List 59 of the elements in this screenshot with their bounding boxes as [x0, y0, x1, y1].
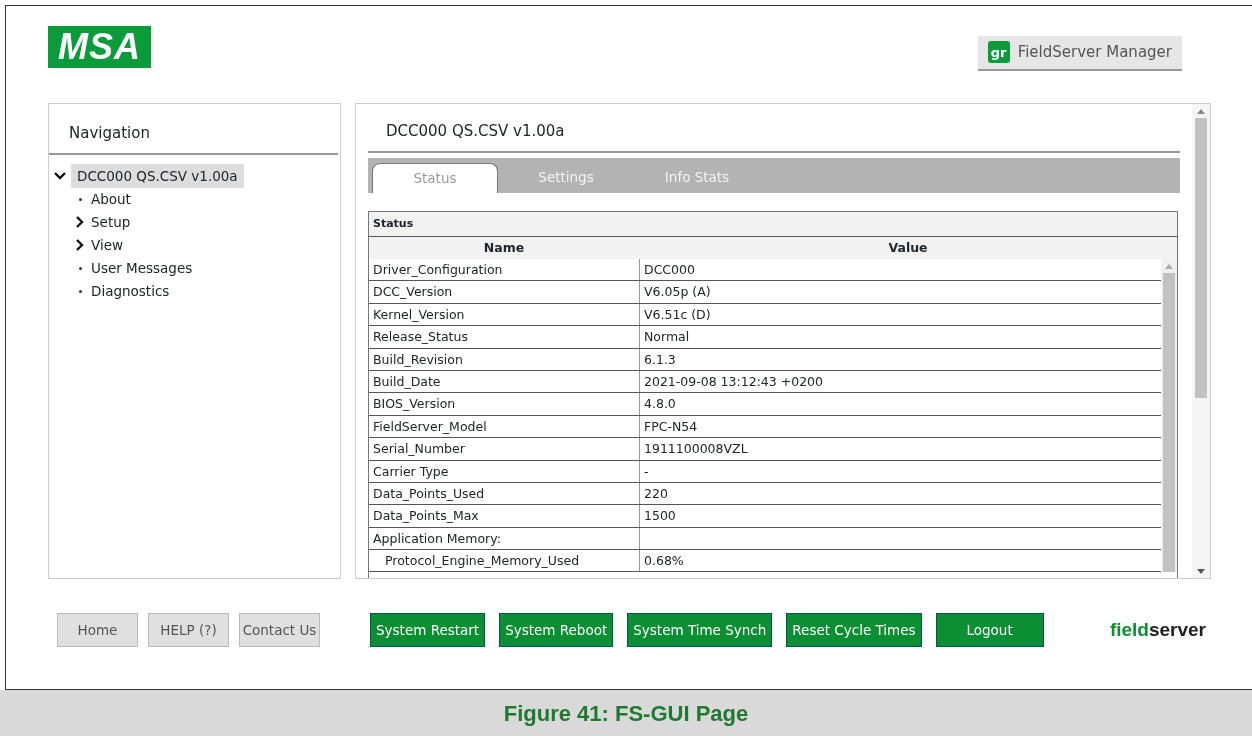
table-cell: FieldServer_Model [369, 415, 640, 438]
nav-button[interactable]: HELP (?) [148, 613, 229, 647]
action-button[interactable]: System Time Synch [627, 613, 773, 647]
tree-item[interactable]: Diagnostics [91, 280, 170, 302]
table-cell: Carrier Type [369, 460, 640, 482]
nav-button[interactable]: Home [57, 613, 138, 647]
action-button[interactable]: System Reboot [499, 613, 614, 647]
column-header: Value [887, 238, 929, 257]
table-cell: BIOS_Version [369, 393, 640, 415]
table-cell: Driver_Configuration [369, 259, 640, 281]
table-cell: Kernel_Version [369, 303, 640, 326]
table-cell-text: 2021-09-08 13:12:43 +0200 [643, 372, 825, 391]
panel-title: Navigation [49, 104, 338, 155]
nav-button[interactable]: Contact Us [239, 613, 320, 647]
table-cell-text: Normal [643, 328, 691, 347]
table-cell-text: - [643, 462, 650, 481]
table-caption: Status [369, 211, 1177, 237]
tab[interactable]: Status [372, 162, 498, 193]
scroll-down-icon[interactable] [1197, 568, 1205, 574]
scrollbar[interactable] [1161, 259, 1177, 573]
table-cell: Application Memory: [369, 527, 640, 550]
tree-item[interactable]: Setup [91, 211, 131, 233]
tree-item[interactable]: User Messages [91, 257, 193, 279]
table-cell-text: 1500 [643, 507, 677, 526]
table-cell: Data_Points_Used [369, 482, 640, 505]
table-cell-text: FPC-N54 [643, 417, 699, 436]
scroll-up-icon[interactable] [1197, 108, 1205, 114]
app-logo-icon: gr [987, 41, 1010, 64]
tree-item[interactable]: View [91, 234, 124, 256]
table-cell: Protocol_Engine_Memory_Used [369, 550, 640, 572]
action-button[interactable]: System Restart [370, 613, 486, 647]
table-cell-text: V6.05p (A) [643, 283, 712, 302]
table-cell: Build_Date [369, 370, 640, 393]
table-cell-text: 6.1.3 [643, 350, 677, 369]
msa-logo: MSA [48, 26, 151, 68]
table-cell: Data_Points_Max [369, 505, 640, 527]
table-cell: Release_Status [369, 326, 640, 348]
table-cell-text: DCC000 [643, 261, 696, 279]
table-cell: DCC_Version [369, 281, 640, 303]
column-header: Name [482, 238, 526, 257]
table-cell: Serial_Number [369, 438, 640, 460]
bullet-icon [78, 198, 82, 202]
bullet-icon [78, 267, 82, 271]
table-cell-text: 4.8.0 [643, 395, 677, 414]
action-button[interactable]: Logout [935, 613, 1044, 647]
table-cell-text: 0.68% [643, 552, 685, 571]
action-button[interactable]: Reset Cycle Times [786, 613, 922, 647]
bullet-icon [78, 290, 82, 294]
table-cell: Build_Revision [369, 348, 640, 370]
table-cell-text: 1911100008VZL [643, 440, 749, 459]
figure-caption: Figure 41: FS-GUI Page [503, 699, 749, 728]
panel-title: DCC000 QS.CSV v1.00a [368, 104, 1180, 153]
table-cell-text: V6.51c (D) [643, 305, 712, 324]
scrollbar[interactable] [1192, 104, 1210, 578]
table-cell-text: 220 [643, 484, 669, 503]
tree-item[interactable]: About [91, 188, 131, 210]
fieldserver-manager-button[interactable]: gr FieldServer Manager [977, 36, 1182, 71]
tree-item[interactable]: DCC000 QS.CSV v1.00a [71, 163, 244, 189]
fieldserver-logo: fieldserver [1109, 617, 1206, 642]
